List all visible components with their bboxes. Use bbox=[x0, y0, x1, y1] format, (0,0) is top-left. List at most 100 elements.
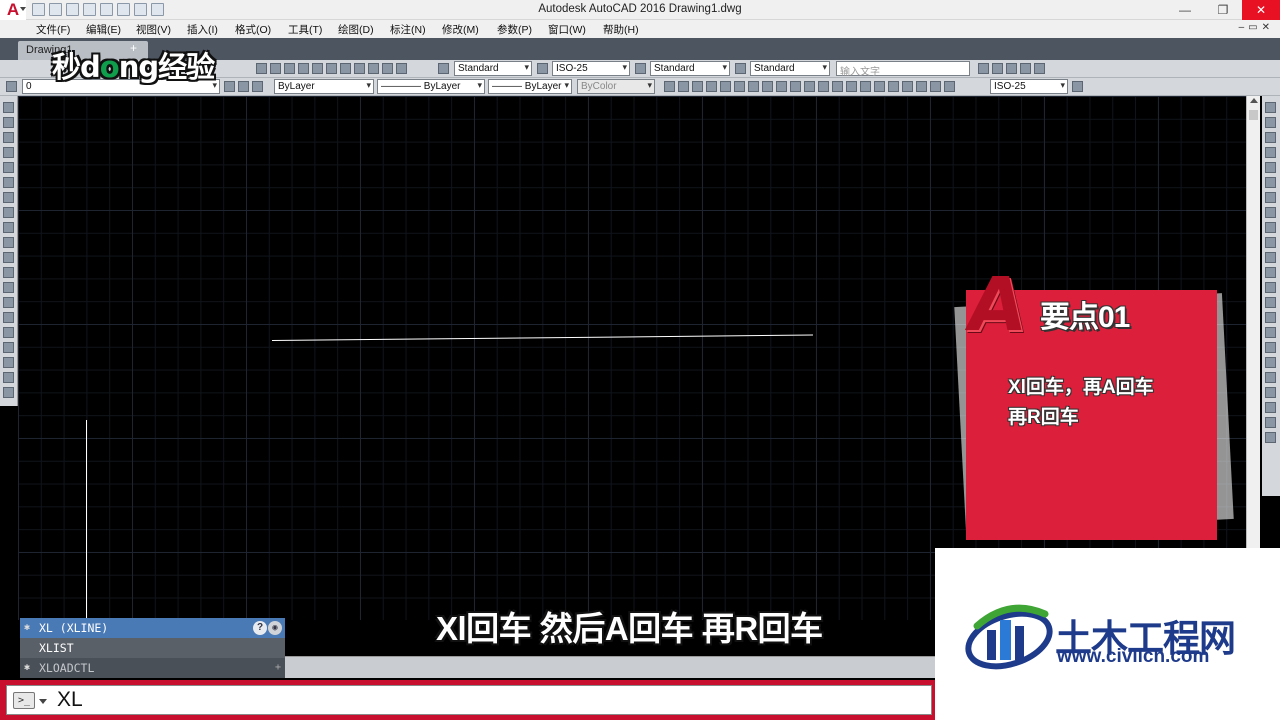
spline-icon[interactable] bbox=[3, 222, 14, 233]
break-point-icon[interactable] bbox=[1265, 267, 1276, 278]
trim-icon[interactable] bbox=[1265, 237, 1276, 248]
text-style-icon[interactable] bbox=[438, 63, 449, 74]
dim-style-select[interactable]: ISO-25 bbox=[552, 61, 630, 76]
mtext-icon[interactable] bbox=[3, 372, 14, 383]
command-input[interactable]: XL bbox=[57, 688, 83, 712]
menu-insert[interactable]: 插入(I) bbox=[187, 22, 218, 37]
dim-jogged-icon[interactable] bbox=[734, 81, 745, 92]
autocomplete-item-xline[interactable]: ✱ XL (XLINE) ? ◉ bbox=[20, 618, 285, 638]
dim-text-edit-icon[interactable] bbox=[916, 81, 927, 92]
region-icon[interactable] bbox=[3, 342, 14, 353]
add-leader-icon[interactable] bbox=[992, 63, 1003, 74]
mdi-controls[interactable]: –▭✕ bbox=[1239, 22, 1274, 33]
remove-leader-icon[interactable] bbox=[1006, 63, 1017, 74]
markup-icon[interactable] bbox=[368, 63, 379, 74]
extend-icon[interactable] bbox=[1265, 252, 1276, 263]
dim-diameter-icon[interactable] bbox=[748, 81, 759, 92]
hatch-icon[interactable] bbox=[3, 312, 14, 323]
break-icon[interactable] bbox=[1265, 282, 1276, 293]
revcloud-icon[interactable] bbox=[3, 207, 14, 218]
menu-parametric[interactable]: 参数(P) bbox=[497, 22, 532, 37]
dim-ordinate-icon[interactable] bbox=[706, 81, 717, 92]
construction-line-vertical[interactable] bbox=[86, 420, 87, 620]
make-current-icon[interactable] bbox=[224, 81, 235, 92]
align-leader-icon[interactable] bbox=[1020, 63, 1031, 74]
erase-icon[interactable] bbox=[1265, 102, 1276, 113]
expand-icon[interactable]: + bbox=[275, 658, 281, 678]
ellipse-arc-icon[interactable] bbox=[3, 252, 14, 263]
scroll-thumb[interactable] bbox=[1249, 110, 1258, 120]
menu-tools[interactable]: 工具(T) bbox=[288, 22, 322, 37]
command-prompt-icon[interactable]: >_ bbox=[13, 692, 35, 709]
quickcalc-icon[interactable] bbox=[382, 63, 393, 74]
arc-icon[interactable] bbox=[3, 177, 14, 188]
properties-icon[interactable] bbox=[312, 63, 323, 74]
search-input[interactable]: 输入文字 bbox=[836, 61, 970, 78]
chamfer-icon[interactable] bbox=[1265, 312, 1276, 323]
table-style-select[interactable]: Standard bbox=[650, 61, 730, 76]
help-icon[interactable] bbox=[396, 63, 407, 74]
polygon-icon[interactable] bbox=[3, 147, 14, 158]
help-icon[interactable]: ? bbox=[253, 621, 267, 635]
collect-leader-icon[interactable] bbox=[1034, 63, 1045, 74]
make-block-icon[interactable] bbox=[3, 282, 14, 293]
menu-dimension[interactable]: 标注(N) bbox=[390, 22, 426, 37]
dim-style-icon[interactable] bbox=[537, 63, 548, 74]
draworder-icon[interactable] bbox=[1265, 372, 1276, 383]
insert-block-icon[interactable] bbox=[3, 267, 14, 278]
mirror-icon[interactable] bbox=[1265, 132, 1276, 143]
dim-break-icon[interactable] bbox=[832, 81, 843, 92]
array-icon[interactable] bbox=[1265, 162, 1276, 173]
tolerance-icon[interactable] bbox=[846, 81, 857, 92]
layer-manager-icon[interactable] bbox=[6, 81, 17, 92]
send-under-icon[interactable] bbox=[1265, 432, 1276, 443]
dim-style-select-2[interactable]: ISO-25 bbox=[990, 79, 1068, 94]
close-button[interactable]: ✕ bbox=[1242, 0, 1280, 20]
menu-file[interactable]: 文件(F) bbox=[36, 22, 70, 37]
autocomplete-item-xloadctl[interactable]: ✱ XLOADCTL + bbox=[20, 658, 285, 678]
inspection-icon[interactable] bbox=[874, 81, 885, 92]
mleader-style-icon[interactable] bbox=[735, 63, 746, 74]
dim-radius-icon[interactable] bbox=[720, 81, 731, 92]
multileader-icon[interactable] bbox=[978, 63, 989, 74]
dim-aligned-icon[interactable] bbox=[678, 81, 689, 92]
dim-baseline-icon[interactable] bbox=[790, 81, 801, 92]
lineweight-select[interactable]: ——— ByLayer bbox=[488, 79, 572, 94]
menu-draw[interactable]: 绘图(D) bbox=[338, 22, 374, 37]
join-icon[interactable] bbox=[1265, 297, 1276, 308]
dim-style-icon-2[interactable] bbox=[1072, 81, 1083, 92]
minimize-button[interactable]: — bbox=[1166, 0, 1204, 20]
gradient-icon[interactable] bbox=[3, 327, 14, 338]
dim-style-manager-icon[interactable] bbox=[944, 81, 955, 92]
jogged-linear-icon[interactable] bbox=[888, 81, 899, 92]
zoom-window-icon[interactable] bbox=[284, 63, 295, 74]
pan-icon[interactable] bbox=[256, 63, 267, 74]
draworder-front-icon[interactable] bbox=[1265, 387, 1276, 398]
draworder-back-icon[interactable] bbox=[1265, 402, 1276, 413]
ellipse-icon[interactable] bbox=[3, 237, 14, 248]
point-icon[interactable] bbox=[3, 297, 14, 308]
offset-icon[interactable] bbox=[1265, 147, 1276, 158]
scale-icon[interactable] bbox=[1265, 207, 1276, 218]
fillet-icon[interactable] bbox=[1265, 327, 1276, 338]
menu-window[interactable]: 窗口(W) bbox=[548, 22, 586, 37]
dim-update-icon[interactable] bbox=[930, 81, 941, 92]
menu-modify[interactable]: 修改(M) bbox=[442, 22, 479, 37]
dim-angular-icon[interactable] bbox=[762, 81, 773, 92]
linetype-select[interactable]: ———— ByLayer bbox=[377, 79, 485, 94]
scroll-up-arrow-icon[interactable] bbox=[1250, 98, 1258, 103]
dim-linear-icon[interactable] bbox=[664, 81, 675, 92]
zoom-realtime-icon[interactable] bbox=[270, 63, 281, 74]
sheet-set-icon[interactable] bbox=[354, 63, 365, 74]
copy-icon[interactable] bbox=[1265, 117, 1276, 128]
menu-view[interactable]: 视图(V) bbox=[136, 22, 171, 37]
dim-arc-icon[interactable] bbox=[692, 81, 703, 92]
recent-commands-dropdown-icon[interactable] bbox=[39, 699, 47, 704]
add-selected-icon[interactable] bbox=[3, 387, 14, 398]
blend-icon[interactable] bbox=[1265, 342, 1276, 353]
bring-above-icon[interactable] bbox=[1265, 417, 1276, 428]
polyline-icon[interactable] bbox=[3, 132, 14, 143]
layer-previous-icon[interactable] bbox=[238, 81, 249, 92]
rectangle-icon[interactable] bbox=[3, 162, 14, 173]
tool-palettes-icon[interactable] bbox=[340, 63, 351, 74]
